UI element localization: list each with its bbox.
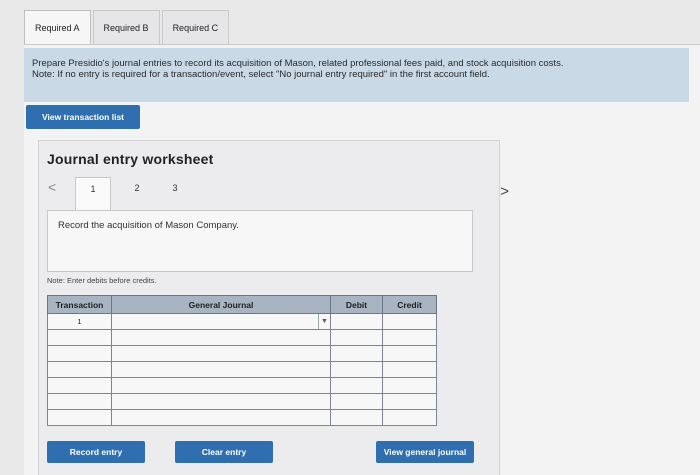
worksheet-title: Journal entry worksheet [47, 151, 214, 167]
transaction-cell [47, 393, 112, 410]
debit-input[interactable] [330, 313, 383, 330]
page-tab-3[interactable]: 3 [157, 177, 193, 205]
page-tab-1[interactable]: 1 [75, 177, 111, 211]
chevron-left-icon[interactable]: < [48, 179, 56, 195]
transaction-cell [47, 377, 112, 394]
tab-content: Prepare Presidio's journal entries to re… [24, 44, 700, 475]
account-select[interactable] [111, 393, 331, 410]
debit-input[interactable] [330, 345, 383, 362]
table-row [47, 377, 437, 394]
debit-input[interactable] [330, 393, 383, 410]
transaction-cell: 1 [47, 313, 112, 330]
background-area [510, 140, 700, 475]
transaction-cell [47, 361, 112, 378]
credit-input[interactable] [382, 361, 437, 378]
debit-input[interactable] [330, 377, 383, 394]
record-instruction-text: Record the acquisition of Mason Company. [58, 220, 239, 231]
table-row [47, 345, 437, 362]
page-tab-2[interactable]: 2 [119, 177, 155, 205]
credit-input[interactable] [382, 329, 437, 346]
header-general-journal: General Journal [111, 295, 331, 314]
instructions-panel: Prepare Presidio's journal entries to re… [24, 48, 689, 102]
transaction-cell [47, 409, 112, 426]
account-select[interactable] [111, 329, 331, 346]
account-select[interactable] [111, 377, 331, 394]
debit-input[interactable] [330, 361, 383, 378]
chevron-right-icon[interactable]: > [500, 183, 509, 200]
credit-input[interactable] [382, 377, 437, 394]
account-select[interactable] [111, 409, 331, 426]
record-entry-button[interactable]: Record entry [47, 441, 145, 463]
table-row [47, 329, 437, 346]
tab-required-b[interactable]: Required B [92, 10, 160, 44]
tab-required-c[interactable]: Required C [161, 10, 230, 44]
journal-entry-table: Transaction General Journal Debit Credit… [47, 295, 437, 426]
instructions-text: Prepare Presidio's journal entries to re… [32, 58, 564, 69]
transaction-cell [47, 329, 112, 346]
table-row [47, 361, 437, 378]
account-select[interactable]: ▼ [111, 313, 331, 330]
table-row [47, 409, 437, 426]
view-general-journal-button[interactable]: View general journal [376, 441, 474, 463]
chevron-down-icon[interactable]: ▼ [318, 314, 330, 329]
debit-input[interactable] [330, 409, 383, 426]
record-instruction-box: Record the acquisition of Mason Company. [47, 210, 473, 272]
credit-input[interactable] [382, 409, 437, 426]
debits-credits-note: Note: Enter debits before credits. [47, 276, 157, 285]
account-select[interactable] [111, 361, 331, 378]
table-row [47, 393, 437, 410]
journal-entry-worksheet: Journal entry worksheet < 1 2 3 > Record… [38, 140, 509, 475]
view-transaction-list-button[interactable]: View transaction list [26, 105, 140, 129]
clear-entry-button[interactable]: Clear entry [175, 441, 273, 463]
header-debit: Debit [330, 295, 383, 314]
credit-input[interactable] [382, 345, 437, 362]
header-transaction: Transaction [47, 295, 112, 314]
tab-required-a[interactable]: Required A [24, 10, 91, 44]
required-tabs: Required A Required B Required C [24, 10, 231, 44]
credit-input[interactable] [382, 313, 437, 330]
instructions-note: Note: If no entry is required for a tran… [32, 69, 490, 80]
debit-input[interactable] [330, 329, 383, 346]
table-row: 1 ▼ [47, 313, 437, 330]
account-select[interactable] [111, 345, 331, 362]
header-credit: Credit [382, 295, 437, 314]
credit-input[interactable] [382, 393, 437, 410]
transaction-cell [47, 345, 112, 362]
